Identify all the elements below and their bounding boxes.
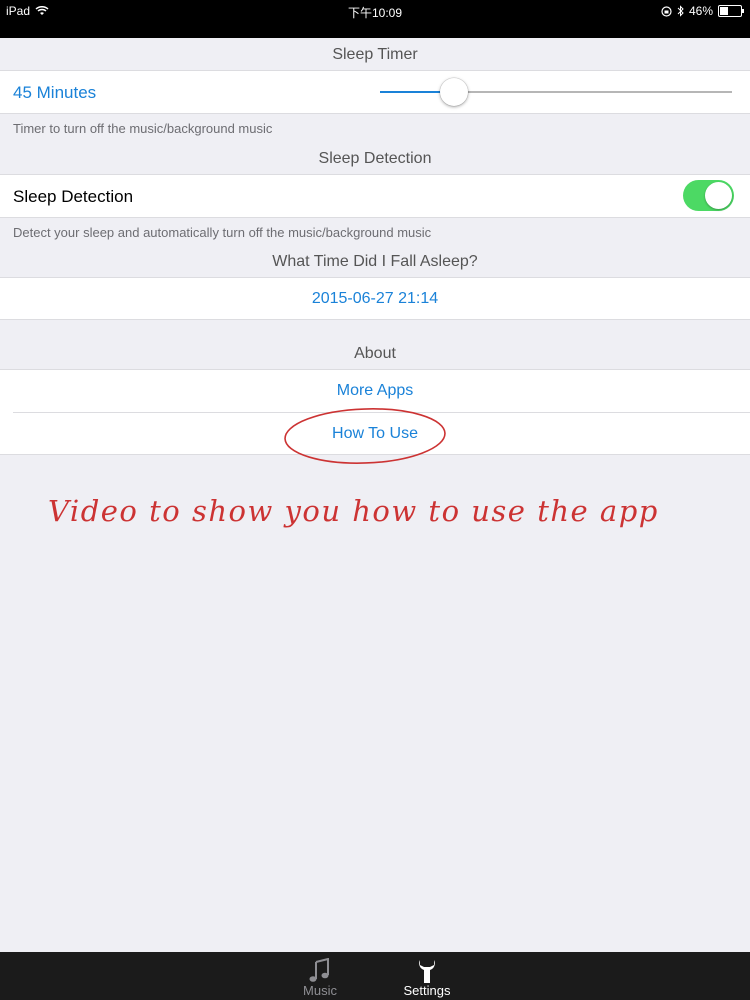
status-bar: iPad 下午10:09 46% — [0, 0, 750, 38]
tab-settings[interactable]: Settings — [387, 952, 467, 1000]
tab-bar: Music Settings — [0, 952, 750, 1000]
sleep-timer-row: 45 Minutes — [0, 70, 750, 114]
about-header: About — [354, 345, 396, 362]
sleep-timer-value: 45 Minutes — [13, 83, 97, 102]
annotation-ellipse — [284, 408, 446, 464]
fall-asleep-row[interactable]: 2015-06-27 21:14 — [0, 277, 750, 320]
tab-settings-label: Settings — [403, 983, 451, 998]
sleep-timer-slider[interactable] — [380, 78, 732, 106]
wrench-icon — [419, 960, 435, 983]
battery-icon — [718, 5, 744, 17]
sleep-detection-header: Sleep Detection — [318, 150, 432, 167]
fall-asleep-time: 2015-06-27 21:14 — [311, 290, 439, 307]
rotation-lock-icon — [661, 5, 672, 17]
sleep-detection-toggle[interactable] — [683, 180, 734, 211]
bluetooth-icon — [677, 5, 684, 17]
slider-thumb[interactable] — [439, 78, 468, 106]
music-note-icon — [309, 958, 329, 982]
status-time: 下午10:09 — [347, 6, 403, 20]
sleep-timer-footnote: Timer to turn off the music/background m… — [13, 121, 273, 136]
tab-music[interactable]: Music — [280, 952, 360, 1000]
sleep-detection-label: Sleep Detection — [13, 187, 134, 206]
battery-percent: 46% — [688, 4, 713, 18]
sleep-detection-row: Sleep Detection — [0, 174, 750, 218]
toggle-knob — [705, 182, 732, 209]
sleep-detection-footnote: Detect your sleep and automatically turn… — [13, 225, 432, 240]
more-apps-link[interactable]: More Apps — [0, 382, 750, 400]
sleep-timer-header: Sleep Timer — [332, 46, 418, 63]
fall-asleep-header: What Time Did I Fall Asleep? — [272, 253, 478, 270]
annotation-text: Video to show you how to use the app — [48, 494, 659, 528]
tab-music-label: Music — [303, 983, 337, 998]
battery-level — [720, 7, 729, 15]
